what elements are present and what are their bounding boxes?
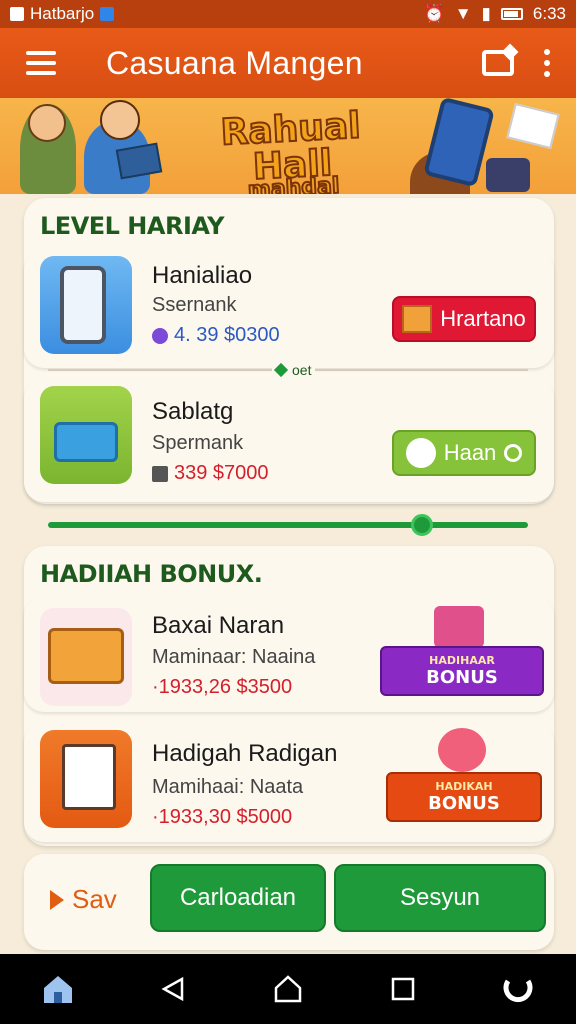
back-icon[interactable] — [156, 972, 190, 1006]
app-shortcut-icon[interactable] — [501, 972, 535, 1006]
bonus-badge-small: HADIHAAR — [429, 654, 495, 667]
tablet-illustration — [115, 142, 163, 180]
recents-icon[interactable] — [386, 972, 420, 1006]
alarm-icon: ⏰ — [423, 4, 445, 23]
more-options-icon[interactable] — [544, 49, 550, 77]
app-title: Casuana Mangen — [106, 44, 363, 81]
shield-notification-icon — [100, 7, 115, 21]
phone-illustration — [423, 98, 495, 188]
divider-label: oet — [272, 362, 316, 378]
item-subtitle: Maminaar: Naaina — [152, 646, 316, 668]
banner-logo-text: Rahual Hall mahdal — [180, 104, 404, 194]
home-app-icon[interactable] — [41, 972, 75, 1006]
item-subtitle: Ssernank — [152, 294, 237, 316]
fruit-icon — [438, 728, 486, 772]
level-section: LEVEL HARIAY Hanialiao Ssernank 4. 39 $0… — [24, 198, 554, 504]
edit-icon[interactable] — [482, 50, 514, 76]
item-price: ·1933,26 $3500 — [152, 676, 293, 698]
item-title: Sablatg — [152, 398, 234, 425]
item-subtitle: Mamihaai: Naata — [152, 776, 304, 798]
box-icon — [402, 305, 433, 333]
confirm-button[interactable]: Sesyun — [334, 864, 546, 932]
list-item[interactable]: Baxai Naran Maminaar: Naaina ·1933,26 $3… — [24, 596, 554, 712]
bag-illustration — [486, 158, 530, 192]
app-bar: Casuana Mangen — [0, 28, 576, 98]
clock-time: 6:33 — [532, 4, 566, 23]
wifi-icon: ▼ — [454, 4, 472, 23]
calculator-icon — [152, 465, 168, 482]
item-price: 339 $7000 — [152, 462, 269, 485]
gem-icon — [152, 327, 168, 344]
item-subtitle: Spermank — [152, 432, 244, 454]
item-title: Hadigah Radigan — [152, 740, 338, 767]
gift-icon — [434, 606, 484, 648]
menu-icon[interactable] — [26, 51, 56, 75]
list-item[interactable]: Hanialiao Ssernank 4. 39 $0300 Hrartano — [24, 250, 554, 368]
save-button[interactable]: Sav — [50, 884, 117, 915]
level-progress-knob[interactable] — [411, 514, 434, 536]
item-title: Baxai Naran — [152, 612, 285, 639]
bonus-badge-small: HADIKAH — [435, 780, 493, 793]
timer-icon — [504, 444, 523, 462]
app-notification-icon — [10, 7, 24, 21]
item-title: Hanialiao — [152, 262, 253, 289]
bonus-badge[interactable]: HADIHAAR BONUS — [380, 646, 544, 696]
get-button-label: Haan — [443, 440, 497, 465]
claim-button[interactable]: Hrartano — [392, 296, 536, 342]
cancel-button[interactable]: Carloadian — [150, 864, 326, 932]
battery-icon — [500, 8, 523, 20]
diamond-icon — [273, 362, 289, 378]
divider-label-text: oet — [292, 362, 312, 378]
list-item[interactable]: Hadigah Radigan Mamihaai: Naata ·1933,30… — [24, 722, 554, 842]
phone-app-icon — [40, 256, 132, 354]
status-bar: Hatbarjo ⏰ ▼ ▮ 6:33 — [0, 0, 576, 28]
bonus-badge[interactable]: HADIKAH BONUS — [386, 772, 542, 822]
banner-line2: mahdal — [246, 173, 341, 194]
signal-icon: ▮ — [481, 4, 491, 23]
promo-banner[interactable]: Rahual Hall mahdal — [0, 98, 576, 194]
bonus-badge-big: BONUS — [426, 667, 498, 688]
claim-button-label: Hrartano — [440, 306, 526, 331]
item-price: 4. 39 $0300 — [152, 324, 280, 347]
home-icon[interactable] — [271, 972, 305, 1006]
item-price-value: 339 $7000 — [174, 462, 269, 484]
book-icon — [40, 730, 132, 828]
list-item[interactable]: Sablatg Spermank 339 $7000 Haan — [24, 378, 554, 502]
carrier-label: Hatbarjo — [30, 4, 95, 23]
document-illustration — [506, 102, 560, 150]
man-head-illustration — [100, 100, 140, 140]
system-nav-bar — [0, 954, 576, 1024]
section-title-bonus: HADIIAH BONUX. — [40, 560, 263, 588]
action-bar: Sav Carloadian Sesyun — [24, 854, 554, 950]
treasure-box-icon — [40, 608, 132, 706]
dog-icon — [405, 438, 436, 468]
bonus-badge-big: BONUS — [428, 793, 500, 814]
item-price-value: 4. 39 $0300 — [174, 324, 280, 346]
get-button[interactable]: Haan — [392, 430, 536, 476]
arrow-icon — [50, 889, 64, 910]
bonus-section: HADIIAH BONUX. Baxai Naran Maminaar: Naa… — [24, 546, 554, 846]
item-price: ·1933,30 $5000 — [152, 806, 293, 828]
level-progress-track[interactable] — [48, 522, 528, 528]
basket-icon — [40, 386, 132, 484]
section-title-level: LEVEL HARIAY — [40, 212, 225, 240]
save-button-label: Sav — [72, 884, 117, 914]
explorer-head-illustration — [28, 104, 66, 142]
